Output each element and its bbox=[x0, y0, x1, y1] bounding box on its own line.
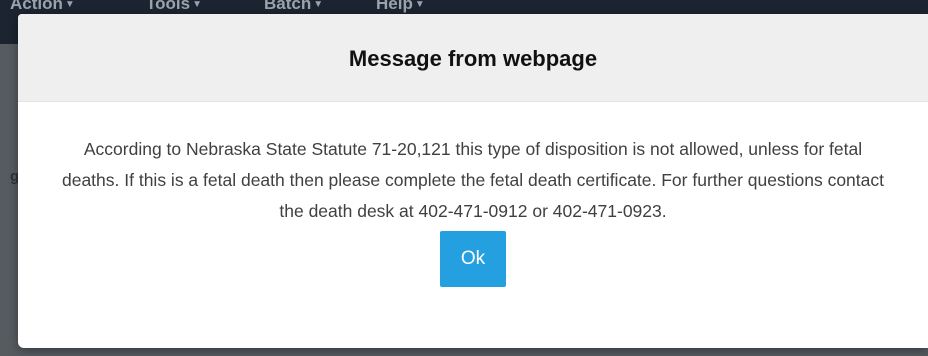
dialog-title: Message from webpage bbox=[348, 45, 598, 71]
message-dialog: Message from webpage According to Nebras… bbox=[18, 14, 928, 348]
dialog-body: According to Nebraska State Statute 71-2… bbox=[18, 102, 928, 287]
ok-button[interactable]: Ok bbox=[440, 231, 506, 287]
nav-menu-tools-label: Tools bbox=[146, 0, 191, 13]
caret-down-icon: ▼ bbox=[313, 0, 324, 10]
nav-menu-action[interactable]: Action ▼ bbox=[10, 0, 146, 15]
dialog-header: Message from webpage bbox=[18, 14, 928, 102]
nav-menu-tools[interactable]: Tools ▼ bbox=[146, 0, 264, 15]
caret-down-icon: ▼ bbox=[414, 0, 425, 10]
caret-down-icon: ▼ bbox=[192, 0, 202, 10]
nav-menu-batch[interactable]: Batch ▼ bbox=[264, 0, 376, 15]
nav-menu-help[interactable]: Help ▼ bbox=[376, 0, 456, 15]
nav-menu: Action ▼ Tools ▼ Batch ▼ Help ▼ bbox=[10, 0, 456, 15]
nav-menu-action-label: Action bbox=[10, 0, 63, 13]
nav-menu-help-label: Help bbox=[376, 0, 413, 13]
nav-menu-batch-label: Batch bbox=[264, 0, 312, 13]
dialog-message: According to Nebraska State Statute 71-2… bbox=[61, 139, 884, 221]
caret-down-icon: ▼ bbox=[64, 0, 75, 10]
